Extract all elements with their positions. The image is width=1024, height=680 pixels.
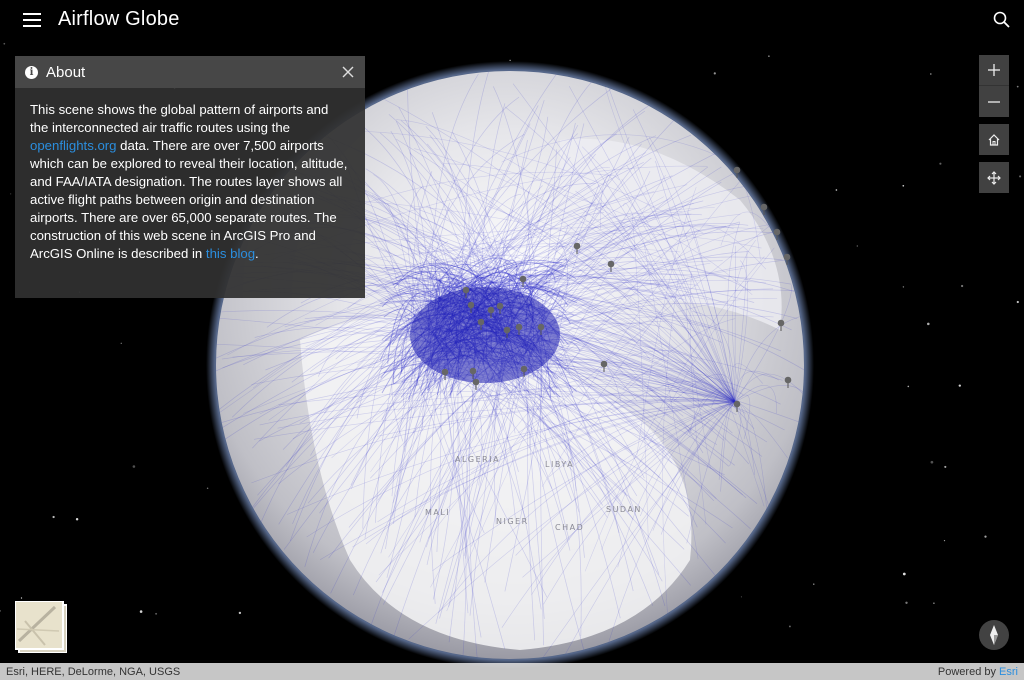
home-icon [988,133,1000,146]
attribution-sources: Esri, HERE, DeLorme, NGA, USGS [6,665,181,678]
label-libya: LIBYA [545,460,574,469]
search-icon[interactable] [990,8,1014,32]
zoom-controls [979,55,1009,117]
app-title: Airflow Globe [58,8,180,30]
zoom-in-button[interactable] [979,55,1009,86]
zoom-out-icon [988,100,1000,103]
about-text: data. There are over 7,500 airports whic… [30,138,348,261]
attribution-bar: Esri, HERE, DeLorme, NGA, USGS Powered b… [0,663,1024,680]
powered-by: Powered by Esri [937,665,1018,678]
home-control [979,124,1009,155]
esri-link[interactable]: Esri [999,666,1018,678]
basemap-toggle[interactable] [15,601,67,653]
blog-link[interactable]: this blog [206,246,255,261]
pan-control [979,162,1009,193]
about-panel-body: This scene shows the global pattern of a… [15,88,365,263]
openflights-link[interactable]: openflights.org [30,138,117,153]
about-panel-title: About [46,63,86,81]
compass-icon [990,625,998,645]
app-header: Airflow Globe [0,0,1024,40]
about-text: This scene shows the global pattern of a… [30,102,329,135]
label-algeria: ALGERIA [455,455,500,464]
info-icon: i [25,65,38,79]
close-icon[interactable] [341,65,355,79]
compass-button[interactable] [979,620,1009,650]
pan-icon [987,170,1001,185]
pan-button[interactable] [979,162,1009,193]
zoom-out-button[interactable] [979,86,1009,117]
home-button[interactable] [979,124,1009,155]
label-mali: MALI [425,508,450,517]
about-panel: i About This scene shows the global patt… [15,56,365,298]
label-niger: NIGER [496,517,529,526]
about-panel-header: i About [15,56,365,88]
zoom-in-icon [988,64,1000,76]
about-text: . [255,246,259,261]
label-chad: CHAD [555,523,584,532]
menu-icon[interactable] [20,8,44,32]
label-sudan: SUDAN [606,505,642,514]
